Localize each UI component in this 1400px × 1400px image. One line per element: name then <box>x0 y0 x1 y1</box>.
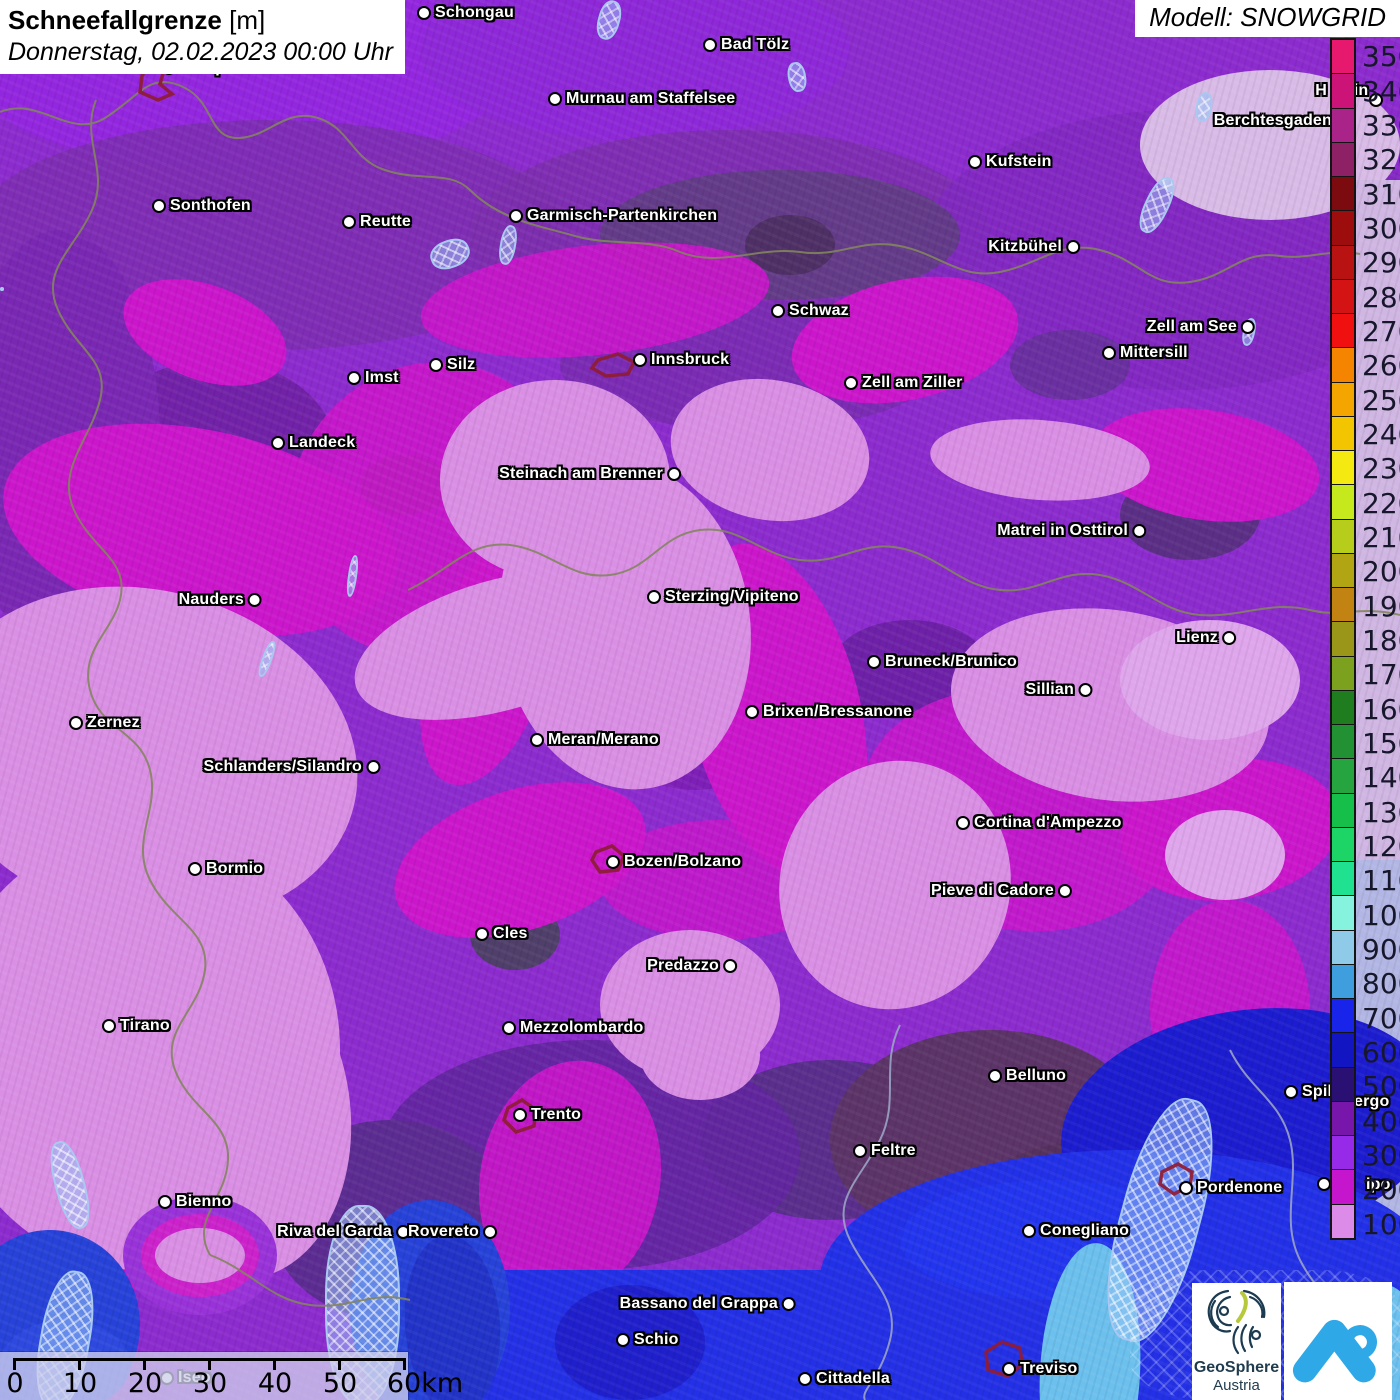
snowgrid-map: SchongauBad TölzKemptenMurnau am Staffel… <box>0 0 1400 1400</box>
geosphere-logo-icon <box>1198 1283 1276 1359</box>
city-boundary-bozen <box>592 846 624 872</box>
scale-label: 50 <box>323 1368 357 1399</box>
map-region <box>843 1025 1360 1400</box>
map-region <box>1252 1331 1260 1339</box>
city-boundary-trento <box>504 1100 536 1132</box>
city-boundary-treviso <box>986 1342 1022 1376</box>
title-main: Schneefallgrenze <box>8 5 222 35</box>
border-line <box>53 100 228 1255</box>
title-box: Schneefallgrenze [m] Donnerstag, 02.02.2… <box>0 0 405 74</box>
scale-label: 30 <box>193 1368 227 1399</box>
geosphere-logo-text: GeoSphere <box>1194 1359 1279 1377</box>
city-boundary-pordenone <box>1160 1164 1192 1194</box>
map-region <box>1241 1325 1246 1351</box>
border-line <box>210 1255 410 1306</box>
geosphere-logo-box: GeoSphere Austria <box>1192 1283 1281 1400</box>
title-unit: [m] <box>229 5 265 35</box>
mountain-logo-box <box>1284 1282 1392 1400</box>
map-region <box>1233 1327 1238 1353</box>
mountain-logo-icon <box>1292 1295 1384 1387</box>
map-region <box>1238 1293 1246 1321</box>
border-lines <box>0 0 1400 1400</box>
border-line <box>843 1025 900 1400</box>
scale-label: 20 <box>128 1368 162 1399</box>
scale-bar: 0102030405060km <box>0 1352 408 1400</box>
border-line <box>408 529 1400 615</box>
page-title: Schneefallgrenze [m] <box>8 5 393 36</box>
scale-label: 60km <box>387 1368 463 1399</box>
border-line <box>0 82 680 252</box>
map-region <box>1220 1307 1228 1315</box>
model-label: Modell: SNOWGRID <box>1135 0 1400 37</box>
map-region <box>1305 1332 1364 1371</box>
scale-label: 10 <box>63 1368 97 1399</box>
map-region <box>140 62 1192 1376</box>
city-boundary-innsbruck <box>592 354 634 376</box>
border-line <box>680 244 1360 283</box>
scale-label: 0 <box>6 1368 23 1399</box>
map-region <box>0 82 1400 1306</box>
geosphere-austria-text: Austria <box>1213 1377 1260 1395</box>
title-datetime: Donnerstag, 02.02.2023 00:00 Uhr <box>8 38 393 67</box>
scale-label: 40 <box>258 1368 292 1399</box>
